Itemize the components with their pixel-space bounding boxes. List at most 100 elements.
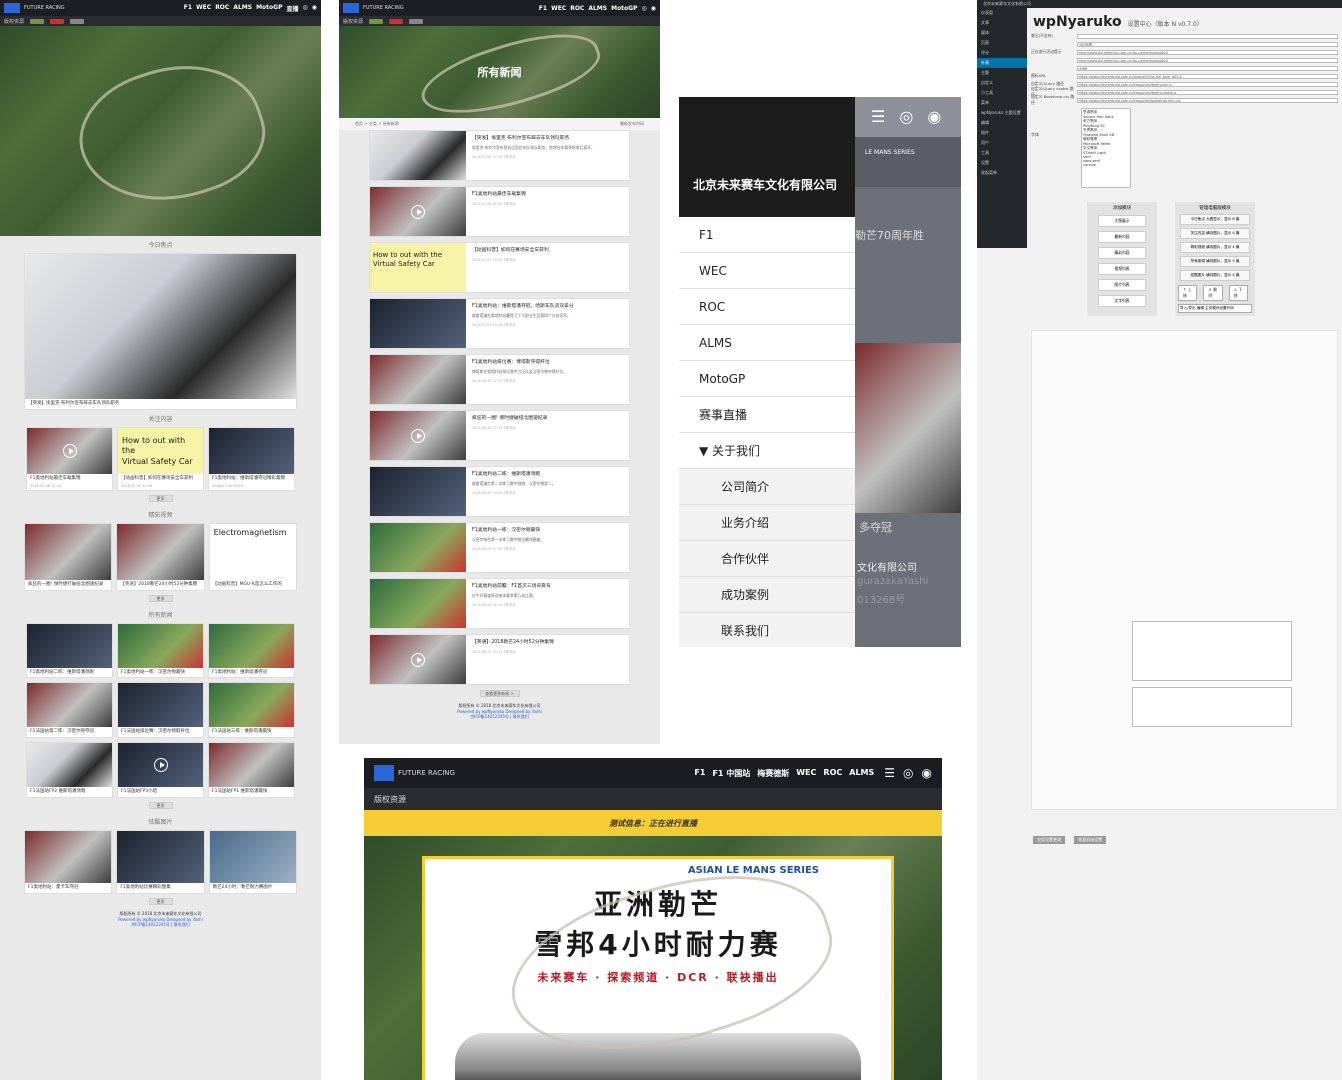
wp-sidebar-item[interactable]: 菜单 <box>977 98 1027 108</box>
site-logo[interactable] <box>374 765 394 781</box>
news-card[interactable]: F1法国站FP2 维斯塔潘领跑 <box>26 742 113 799</box>
reset-settings-button[interactable]: 恢复初始设置 <box>1074 836 1107 844</box>
menu-item[interactable]: ROC <box>679 289 855 325</box>
video-card[interactable]: Electromagnetism 【动画科普】MGU-K是怎么工作的 <box>208 522 297 591</box>
menu-item[interactable]: MotoGP <box>679 361 855 397</box>
module-manage-item[interactable]: 关注内容 横向图片，显示 4 篇 <box>1180 228 1250 239</box>
settings-field-input[interactable]: https://www.futureracing.com.cn/resource… <box>1077 97 1338 103</box>
nav-item[interactable]: F1 <box>694 768 705 779</box>
follow-card[interactable]: F1奥地利站：维斯塔潘夺冠精彩集锦 2018.07.02 09:19 <box>208 426 295 491</box>
nav-item[interactable]: MotoGP <box>256 4 282 13</box>
news-list-item[interactable]: F1奥地利站：维斯塔潘夺冠，哈斯车队双双拿分 维斯塔潘在奥地利站赢得了个人职业生涯… <box>369 298 630 349</box>
module-manage-item[interactable]: 炫酷图片 横向图片，显示 4 篇 <box>1180 270 1250 281</box>
load-more-button[interactable]: 查看更多新闻 > <box>479 690 520 697</box>
nav-item[interactable]: F1 <box>184 4 192 13</box>
settings-field-input[interactable]: #fffff <box>1077 65 1338 71</box>
settings-field-input[interactable]: http://www.futureracing.com.cn/wp-conten… <box>1077 57 1338 63</box>
weibo-icon[interactable]: ◎ <box>899 107 913 127</box>
headline-card[interactable]: 【突发】埃里克·布利尔宣布辞去车队领队职务 <box>24 253 297 410</box>
settings-field-input[interactable]: https://www.futureracing.com.cn/resource… <box>1077 89 1338 95</box>
move-up-button[interactable]: ↑ 上移 <box>1178 285 1198 301</box>
play-icon[interactable] <box>153 758 168 773</box>
partner-logo[interactable] <box>389 18 404 24</box>
wp-sidebar-item[interactable]: 收起菜单 <box>977 168 1027 178</box>
news-list-title[interactable]: F1奥地利站：维斯塔潘夺冠，哈斯车队双双拿分 <box>472 302 623 309</box>
wp-sidebar-item[interactable]: wpNyaruko 主题设置 <box>977 108 1027 118</box>
wechat-icon[interactable]: ◉ <box>922 766 932 780</box>
settings-field-input[interactable]: 活动标题 <box>1077 41 1338 47</box>
news-list-title[interactable]: 【动画科普】如何在赛场安全车获利 <box>472 246 623 253</box>
hamburger-icon[interactable]: ☰ <box>884 766 895 780</box>
photo-card[interactable]: F1奥地利站比赛精彩图集 <box>116 830 205 894</box>
nav-item[interactable]: ALMS <box>233 4 252 13</box>
menu-item[interactable]: F1 <box>679 217 855 253</box>
module-add-item[interactable]: 文字列表 <box>1098 295 1146 307</box>
module-add-item[interactable]: 精彩内容 <box>1098 247 1146 259</box>
wp-sidebar-item[interactable]: 设置 <box>977 158 1027 168</box>
nav-item[interactable]: ROC <box>570 5 584 12</box>
settings-field-input[interactable]: http://www.futureracing.com.cn/wp-conten… <box>1077 49 1338 55</box>
photo-card[interactable]: 勒芒24小时：勒芒耐力赛图片 <box>208 830 297 894</box>
partner-logo[interactable] <box>30 18 45 24</box>
play-icon[interactable] <box>411 652 425 667</box>
nav-item[interactable]: ALMS <box>588 5 607 12</box>
partner-logo[interactable] <box>508 794 538 804</box>
partner-logo[interactable] <box>70 18 85 24</box>
news-list-item[interactable]: F1奥地利站一练：汉密尔顿最快 汉密尔顿在第一次练习赛中跑出最快圈速。 2018.0… <box>369 522 630 573</box>
follow-card[interactable]: How to out with the Virtual Safety Car 【… <box>117 426 204 491</box>
more-button[interactable]: 更多 <box>148 802 173 810</box>
nav-item[interactable]: ALMS <box>849 768 874 779</box>
wechat-icon[interactable]: ◉ <box>651 5 656 12</box>
play-icon[interactable] <box>411 428 425 443</box>
nav-item[interactable]: WEC <box>551 5 566 12</box>
move-down-button[interactable]: ↓ 下移 <box>1228 285 1248 301</box>
news-card[interactable]: F1奥地利站一练：汉密尔顿最快 <box>117 622 204 679</box>
nav-item[interactable]: F1 中国站 <box>712 768 750 779</box>
partner-logo[interactable] <box>50 18 65 24</box>
weibo-icon[interactable]: ◎ <box>903 766 913 780</box>
module-add-item[interactable]: 图片列表 <box>1098 279 1146 291</box>
wechat-icon[interactable]: ◉ <box>312 4 317 13</box>
save-settings-button[interactable]: 应用设置更改 <box>1033 836 1065 844</box>
module-add-item[interactable]: 最新内容 <box>1098 231 1146 243</box>
photo-card[interactable]: F1奥地利站：夏卡车夺冠 <box>24 830 113 894</box>
wp-admin-bar[interactable]: 北京未来赛车文化有限公司 <box>977 0 1342 8</box>
module-manage-item[interactable]: 今日焦点 大图显示，显示 8 篇 <box>1180 214 1250 225</box>
news-list-item[interactable]: F1奥地利站排位赛：博塔斯夺得杆位 博塔斯在奥地利站排位赛中力压队友汉密尔顿夺得杆… <box>369 354 630 405</box>
html-code-textarea[interactable] <box>1132 621 1292 681</box>
menu-item[interactable]: 业务介绍 <box>679 505 855 541</box>
weibo-icon[interactable]: ◎ <box>303 4 308 13</box>
news-list-title[interactable]: 疯狂的一圈! 保时捷破纽北圈速纪录 <box>472 414 623 421</box>
module-manage-item[interactable]: 精彩视频 横向图片，显示 4 篇 <box>1180 242 1250 253</box>
wp-sidebar-item[interactable]: 工具 <box>977 148 1027 158</box>
video-card[interactable]: 疯狂的一圈! 保时捷打破纽北圈速纪录 <box>24 522 113 591</box>
wp-sidebar-item[interactable]: 小工具 <box>977 88 1027 98</box>
wp-sidebar-item[interactable]: 页面 <box>977 38 1027 48</box>
breadcrumb[interactable]: 首页 > 分类 > 所有新闻 <box>355 121 399 127</box>
more-button[interactable]: 更多 <box>148 494 173 502</box>
news-list-item[interactable]: How to out with the Virtual Safety Car 【动… <box>369 242 630 293</box>
wp-sidebar-item[interactable]: 插件 <box>977 128 1027 138</box>
more-button[interactable]: 更多 <box>148 594 173 602</box>
nav-item[interactable]: ROC <box>823 768 842 779</box>
news-list-item[interactable]: F1奥地利站二练：维斯塔潘领跑 维斯塔潘在第二次练习赛中领跑，汉密尔顿第二。 201… <box>369 466 630 517</box>
news-list-title[interactable]: F1奥地利站前瞻：F1首次三场背靠背 <box>472 582 623 589</box>
event-poster[interactable]: ASIAN LE MANS SERIES 亚洲勒芒 雪邦4小时耐力赛 未来赛车 … <box>422 856 894 1080</box>
menu-item[interactable]: 成功案例 <box>679 577 855 613</box>
wp-sidebar-item[interactable]: 媒体 <box>977 28 1027 38</box>
news-card[interactable]: F1法国站FP3小结 <box>117 742 204 799</box>
site-logo[interactable] <box>4 3 20 13</box>
nav-item[interactable]: 梅赛德斯 <box>757 768 789 779</box>
news-card[interactable]: F1法国站FP1 维斯塔潘最快 <box>208 742 295 799</box>
news-list-item[interactable]: 【英语】2018勒芒24小时52分钟集锦 2018.06.20 20:31 2条评… <box>369 634 630 685</box>
wp-sidebar-item[interactable]: 文章 <box>977 18 1027 28</box>
settings-field-input[interactable] <box>1077 33 1338 39</box>
play-icon[interactable] <box>411 204 425 219</box>
footer-icp[interactable]: 京ICP备14012345号 | 联系我们 <box>339 714 660 720</box>
news-list-item[interactable]: 【突发】埃里克·布利尔宣布辞去车队领队职务 埃里克·布利尔宣布辞去迈凯伦车队领队职… <box>369 130 630 181</box>
news-list-title[interactable]: F1奥地利站最佳车载集锦 <box>472 190 623 197</box>
news-card[interactable]: F1法国站三练：维斯塔潘最快 <box>208 682 295 739</box>
settings-field-input[interactable]: https://www.futureracing.com.cn/resource… <box>1077 81 1338 87</box>
menu-item[interactable]: ALMS <box>679 325 855 361</box>
nav-item[interactable]: F1 <box>539 5 547 12</box>
